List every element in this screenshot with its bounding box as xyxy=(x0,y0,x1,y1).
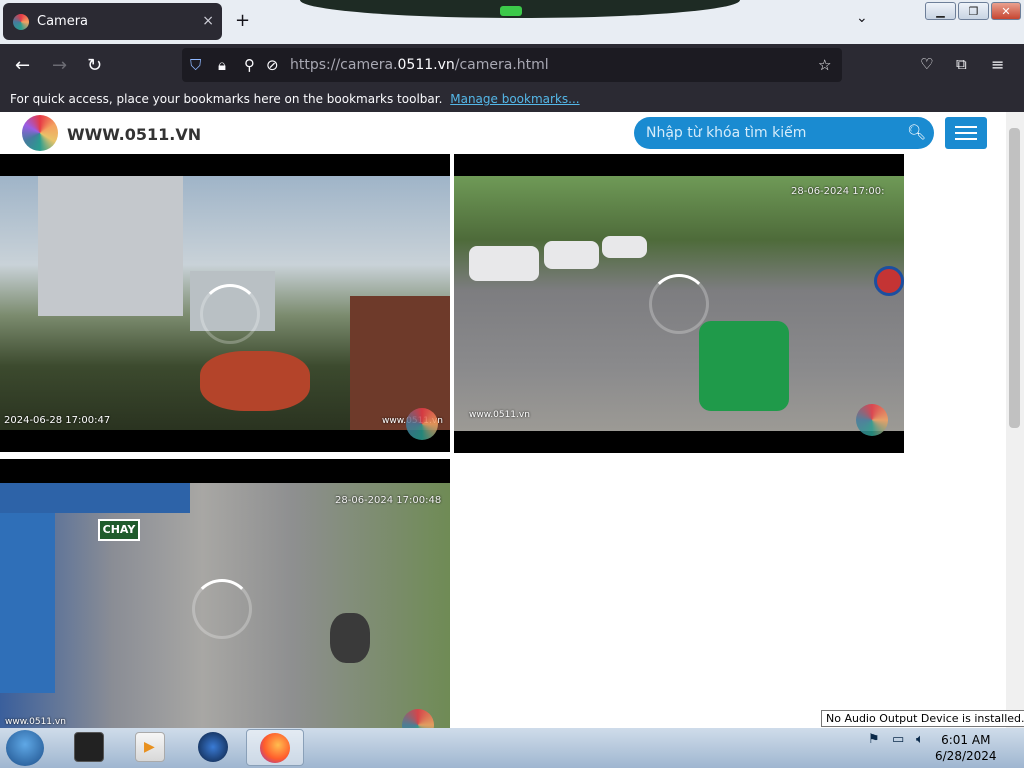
minimize-button[interactable]: ▁ xyxy=(925,2,956,20)
camera-timestamp: 28-06-2024 17:00:48 xyxy=(335,495,442,506)
site-menu-button[interactable] xyxy=(945,117,987,149)
firefox-icon xyxy=(260,733,290,763)
url-bar[interactable]: ⛉ 🔒︎ ⚲ ⊘ https://camera.0511.vn/camera.h… xyxy=(182,48,842,82)
reload-icon[interactable]: ↻ xyxy=(87,55,102,76)
window-top-decoration xyxy=(300,0,740,18)
loading-spinner-icon xyxy=(200,284,260,344)
tray-display-icon[interactable]: ▭ xyxy=(892,732,904,747)
new-tab-button[interactable]: + xyxy=(235,10,250,31)
site-header: WWW.0511.VN 🔍︎ xyxy=(0,112,1006,154)
firefox-taskbar-button[interactable] xyxy=(246,729,304,766)
shop-awning-shape xyxy=(0,483,190,513)
flame-tree-shape xyxy=(200,351,310,411)
autoplay-blocked-icon[interactable]: ⊘ xyxy=(266,56,279,74)
no-parking-sign xyxy=(874,266,904,296)
lock-icon[interactable]: 🔒︎ xyxy=(218,56,226,74)
list-all-tabs-icon[interactable]: ⌄ xyxy=(856,10,868,26)
watermark-logo-icon xyxy=(856,404,888,436)
tab-title: Camera xyxy=(37,14,89,29)
clock-date: 6/28/2024 xyxy=(935,749,997,763)
title-bar: Camera × + ⌄ ▁ ❐ ✕ xyxy=(0,0,1024,44)
bookmarks-message: For quick access, place your bookmarks h… xyxy=(10,92,443,106)
car-shape xyxy=(544,241,599,269)
extensions-icon[interactable]: ⧉ xyxy=(956,55,967,73)
loading-spinner-icon xyxy=(192,579,252,639)
motorbike-shape xyxy=(330,613,370,663)
bookmarks-toolbar: For quick access, place your bookmarks h… xyxy=(0,86,1024,112)
tab-close-icon[interactable]: × xyxy=(202,13,214,29)
camera-watermark: www.0511.vn xyxy=(469,410,530,420)
car-shape xyxy=(469,246,539,281)
camera-feed-3[interactable]: CHAY 28-06-2024 17:00:48 www.0511.vn xyxy=(0,459,450,728)
tracking-shield-icon[interactable]: ⛉ xyxy=(190,56,201,74)
taxi-shape xyxy=(699,321,789,411)
tray-action-center-icon[interactable]: ⚑ xyxy=(868,732,880,747)
building-shape xyxy=(38,176,183,316)
network-globe-icon[interactable] xyxy=(198,732,228,762)
camera-watermark: www.0511.vn xyxy=(5,717,66,727)
tray-speaker-icon[interactable]: 🔈︎ xyxy=(916,732,924,747)
search-input[interactable] xyxy=(646,123,896,143)
web-page: WWW.0511.VN 🔍︎ 2024-06-28 17:00:47 www.0… xyxy=(0,112,1024,728)
search-icon[interactable]: 🔍︎ xyxy=(907,123,926,141)
shop-wall-shape xyxy=(0,513,55,693)
bookmark-star-icon[interactable]: ☆ xyxy=(818,56,831,74)
car-shape xyxy=(602,236,647,258)
loading-spinner-icon xyxy=(649,274,709,334)
navigation-toolbar: ← → ↻ ⛉ 🔒︎ ⚲ ⊘ https://camera.0511.vn/ca… xyxy=(0,44,1024,86)
windows-taskbar: ▶ ⚑ ▭ 🔈︎ 6:01 AM 6/28/2024 xyxy=(0,728,1024,768)
camera-timestamp: 2024-06-28 17:00:47 xyxy=(4,415,111,426)
forward-arrow-icon[interactable]: → xyxy=(52,55,67,76)
app-window-icon[interactable] xyxy=(74,732,104,762)
scrollbar-thumb[interactable] xyxy=(1009,128,1020,428)
start-button-icon[interactable] xyxy=(6,730,44,766)
search-box: 🔍︎ xyxy=(634,117,934,149)
camera-timestamp: 28-06-2024 17:00: xyxy=(791,186,885,197)
media-player-icon[interactable]: ▶ xyxy=(135,732,165,762)
audio-tooltip: No Audio Output Device is installed. xyxy=(821,710,1024,727)
url-text[interactable]: https://camera.0511.vn/camera.html xyxy=(290,57,549,73)
manage-bookmarks-link[interactable]: Manage bookmarks... xyxy=(450,92,579,106)
permissions-icon[interactable]: ⚲ xyxy=(244,56,255,74)
camera-feed-2[interactable]: 28-06-2024 17:00: www.0511.vn xyxy=(454,154,904,453)
site-favicon-icon xyxy=(13,13,29,30)
shop-sign: CHAY xyxy=(98,519,140,541)
roof-shape xyxy=(350,296,450,430)
close-window-button[interactable]: ✕ xyxy=(991,2,1021,20)
back-arrow-icon[interactable]: ← xyxy=(15,55,30,76)
pocket-icon[interactable]: ♡ xyxy=(920,55,933,73)
camera-feed-1[interactable]: 2024-06-28 17:00:47 www.0511.vn xyxy=(0,154,450,452)
site-logo-icon[interactable] xyxy=(22,115,58,151)
tab-camera[interactable]: Camera × xyxy=(3,3,222,40)
watermark-logo-icon xyxy=(406,408,438,440)
menu-hamburger-icon[interactable]: ≡ xyxy=(991,55,1004,74)
site-name[interactable]: WWW.0511.VN xyxy=(67,125,201,144)
system-clock[interactable]: 6:01 AM 6/28/2024 xyxy=(935,732,997,764)
clock-time: 6:01 AM xyxy=(941,733,991,747)
restore-button[interactable]: ❐ xyxy=(958,2,989,20)
